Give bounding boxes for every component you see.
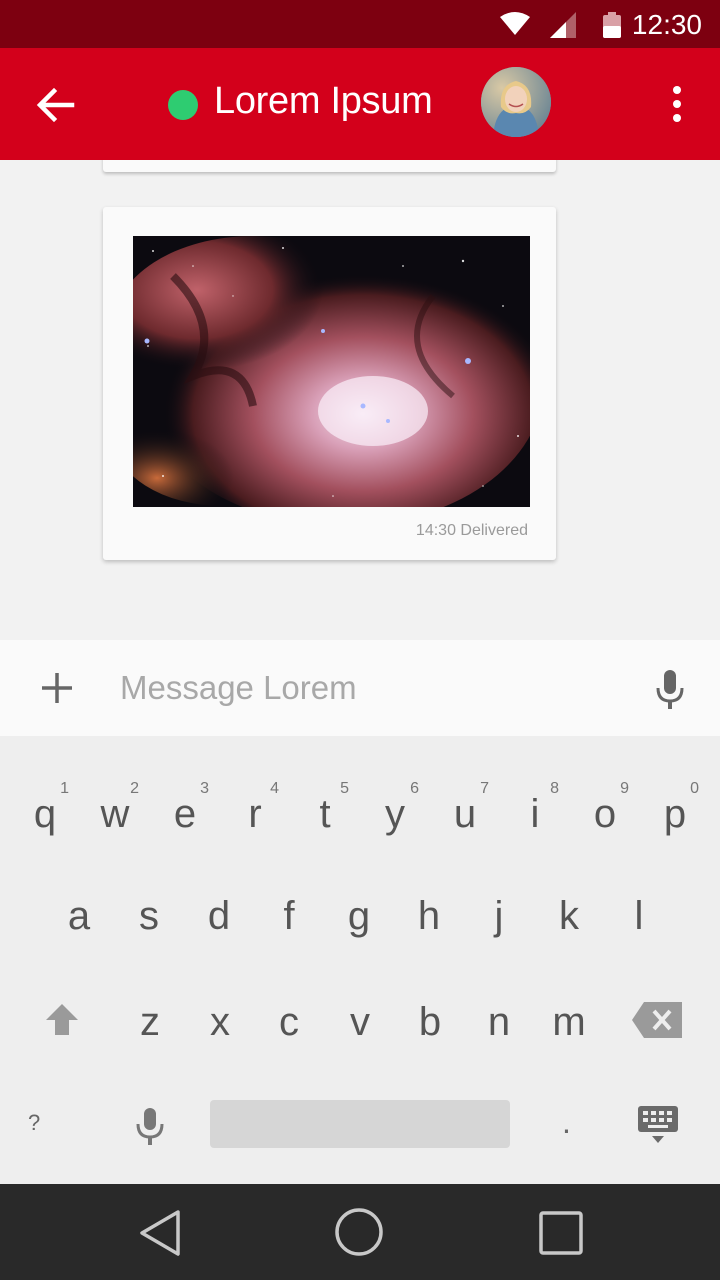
nebula-image xyxy=(133,236,530,507)
key-m[interactable]: m xyxy=(539,988,599,1068)
soft-keyboard: 1q 2w 3e 4r 5t 6y 7u 8i 9o 0p a s d f g … xyxy=(0,736,720,1184)
more-options-icon[interactable] xyxy=(662,84,692,124)
home-circle-icon[interactable] xyxy=(334,1207,384,1257)
message-image[interactable] xyxy=(133,236,530,507)
add-icon[interactable] xyxy=(38,669,76,707)
key-r[interactable]: 4r xyxy=(225,780,285,860)
key-i[interactable]: 8i xyxy=(505,780,565,860)
message-composer xyxy=(0,640,720,736)
status-bar: 12:30 xyxy=(0,0,720,48)
system-nav-bar xyxy=(0,1184,720,1280)
signal-icon xyxy=(550,12,576,38)
key-o[interactable]: 9o xyxy=(575,780,635,860)
key-d[interactable]: d xyxy=(189,882,249,962)
avatar[interactable] xyxy=(481,67,551,137)
avatar-photo xyxy=(481,67,551,137)
backspace-icon[interactable] xyxy=(632,1002,682,1038)
status-time: 12:30 xyxy=(631,9,702,40)
voice-input-icon[interactable] xyxy=(134,1106,166,1146)
back-triangle-icon[interactable] xyxy=(136,1208,184,1258)
period-key[interactable]: . xyxy=(562,1104,571,1141)
message-input[interactable] xyxy=(118,662,622,714)
space-key[interactable] xyxy=(210,1100,510,1148)
previous-message-card[interactable] xyxy=(103,160,556,172)
keyboard-switch-icon[interactable] xyxy=(638,1106,678,1146)
key-k[interactable]: k xyxy=(539,882,599,962)
key-v[interactable]: v xyxy=(330,988,390,1068)
key-s[interactable]: s xyxy=(119,882,179,962)
key-g[interactable]: g xyxy=(329,882,389,962)
back-arrow-icon[interactable] xyxy=(34,84,76,126)
key-x[interactable]: x xyxy=(190,988,250,1068)
key-b[interactable]: b xyxy=(400,988,460,1068)
key-y[interactable]: 6y xyxy=(365,780,425,860)
message-card[interactable]: 14:30 Delivered xyxy=(103,207,556,560)
key-z[interactable]: z xyxy=(120,988,180,1068)
key-w[interactable]: 2w xyxy=(85,780,145,860)
key-n[interactable]: n xyxy=(469,988,529,1068)
symbols-key[interactable]: ? xyxy=(28,1110,40,1136)
chat-title[interactable]: Lorem Ipsum xyxy=(214,80,433,123)
key-p[interactable]: 0p xyxy=(645,780,705,860)
key-c[interactable]: c xyxy=(259,988,319,1068)
key-e[interactable]: 3e xyxy=(155,780,215,860)
key-t[interactable]: 5t xyxy=(295,780,355,860)
shift-icon[interactable] xyxy=(44,1002,80,1038)
online-status-dot xyxy=(168,90,198,120)
app-bar: Lorem Ipsum xyxy=(0,48,720,160)
mic-icon[interactable] xyxy=(653,668,687,710)
wifi-icon xyxy=(500,12,530,35)
battery-icon xyxy=(603,12,621,38)
key-f[interactable]: f xyxy=(259,882,319,962)
message-list[interactable]: 14:30 Delivered xyxy=(0,160,720,640)
key-q[interactable]: 1q xyxy=(15,780,75,860)
key-j[interactable]: j xyxy=(469,882,529,962)
message-meta: 14:30 Delivered xyxy=(415,522,528,539)
key-u[interactable]: 7u xyxy=(435,780,495,860)
key-l[interactable]: l xyxy=(609,882,669,962)
key-h[interactable]: h xyxy=(399,882,459,962)
key-a[interactable]: a xyxy=(49,882,109,962)
recents-square-icon[interactable] xyxy=(538,1210,584,1256)
